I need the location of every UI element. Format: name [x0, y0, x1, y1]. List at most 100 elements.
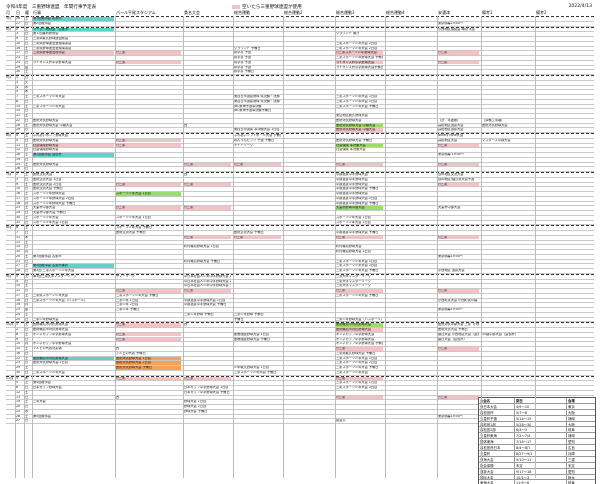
event-cell: ○三重: [116, 138, 181, 143]
event-cell: ○三重: [438, 289, 479, 293]
event-cell: ○三重: [184, 376, 231, 380]
event-cell: ねんりんピック 予選 予備日: [234, 138, 275, 142]
summary-cell: 社会保険: [479, 462, 515, 468]
event-cell: ○三重スポーツ少年野球大会: [336, 51, 383, 55]
event-cell: 野球大会 1日目: [184, 400, 207, 404]
summary-cell: 選抜大会: [479, 468, 515, 474]
event-cell: 第4回理事会: [33, 381, 51, 385]
column-divider: [15, 16, 16, 478]
event-cell: 日本カップ中学野球大会 1日目: [184, 386, 229, 389]
event-cell: 西: [184, 323, 188, 327]
event-cell: 中部選抜中学野球大会: [336, 177, 368, 181]
event-cell: 中部選抜中学野球大会: [336, 173, 368, 176]
event-cell: 西: [184, 123, 188, 127]
summary-cell: 高松宮西日本: [479, 445, 515, 451]
event-cell: ○三重: [116, 332, 181, 337]
summary-cell: 静岡: [568, 434, 575, 439]
event-cell: 閉会式: [336, 419, 346, 423]
summary-cell: 岐阜: [568, 481, 575, 484]
event-cell: JBC東海予選準決勝予備日: [234, 109, 272, 113]
event-cell: ○三重: [336, 235, 383, 240]
event-cell: 町村職員野球大会 予備日: [184, 259, 221, 263]
event-cell: 三重スポーツ少年大会 2日目: [336, 99, 378, 103]
event-cell: 第3回理事会 名張市審判: [33, 264, 114, 268]
event-cell: ○三重: [336, 347, 383, 351]
event-cell: 東京開幕19:00〜: [438, 21, 464, 25]
event-cell: 天皇杯中部大会: [33, 206, 56, 210]
event-cell: 町村職員野球大会 1日目: [184, 245, 219, 249]
event-cell: 第１回審判研修会: [33, 32, 59, 36]
event-cell: 町村職員野球大会 2日目: [336, 250, 371, 253]
event-cell: 西: [184, 173, 188, 176]
event-cell: オンネカップ中学野球大会: [33, 342, 72, 346]
summary-cell: 会場: [568, 399, 575, 403]
column-divider: [115, 16, 116, 478]
event-cell: 医院交流大会 予備日: [234, 231, 264, 234]
event-cell: ○三重: [336, 376, 383, 380]
event-cell: 医療施設野球大会 1日目: [234, 332, 269, 336]
event-cell: 三重スポーツ少年大会 1日目: [336, 381, 378, 385]
event-cell: 三重大会: [33, 400, 46, 404]
event-cell: 三重少年 1日目: [116, 298, 139, 302]
summary-cell: 8/27〜9/1: [515, 451, 567, 456]
event-cell: 三重スポーツ少年大会 予備日: [234, 370, 277, 374]
event-cell: 医療施設野球大会 予備日: [234, 337, 271, 341]
column-divider: [24, 16, 25, 478]
summary-cell: 愛知: [568, 440, 575, 445]
event-cell: 三重スポーツ少年大会: [336, 370, 368, 374]
event-cell: ○三重: [438, 235, 479, 240]
event-cell: 医院対抗野球大会 中継大会: [33, 123, 73, 127]
summary-cell: 天皇杯: [479, 451, 515, 456]
event-cell: スポーツ少年大会 1日目: [116, 215, 151, 219]
summary-cell: 東京: [568, 404, 575, 409]
event-cell: 目印地区交流大会: [438, 173, 464, 176]
event-cell: 三重少年 予備日: [116, 308, 140, 311]
event-cell: 東山地区軟式野球大会: [336, 114, 368, 117]
event-cell: 高松地区選抜大会: [438, 123, 464, 127]
event-cell: 三重スポーツ少年大会 1日目: [336, 356, 378, 360]
summary-cell: 5/14〜15: [515, 415, 567, 421]
summary-cell: 東海大会: [479, 456, 515, 462]
event-cell: 医院対抗中部大会 三重（作業): [438, 323, 479, 327]
event-cell: サマーリーグ: [116, 274, 136, 278]
event-cell: 医院対抗野球大会 2日目: [116, 361, 181, 365]
event-cell: 三重大学マスターリーグ: [336, 284, 372, 288]
schedule-table: 3月 26 土第1回理事会 名張市 27 日第2回理事会 東京開幕19:00〜 4月 2 土リー…: [6, 16, 594, 424]
event-cell: 医院対抗野球大会 2日目: [33, 361, 68, 365]
event-cell: ○三重: [184, 182, 231, 186]
summary-cell: 天皇杯東海: [479, 433, 515, 439]
event-cell: 医院交流大会 予備日: [33, 187, 63, 191]
event-cell: 医院対抗野球大会 中継大会: [336, 123, 383, 127]
event-cell: 医院対抗野球大会: [33, 162, 59, 166]
event-cell: ○三重: [438, 143, 479, 147]
summary-cell: 天皇杯予選: [479, 415, 515, 421]
event-cell: ライオンズ杯中学野球大会予備日: [336, 65, 383, 69]
event-cell: 中部選抜中学野球大会 予備日: [336, 201, 379, 205]
event-cell: ○三重: [116, 289, 181, 293]
summary-cell: 高松宮1部: [479, 421, 515, 427]
summary-cell: 三重: [568, 457, 575, 462]
event-cell: 三重県軟式野球大会 予備日: [336, 351, 376, 355]
column-divider: [233, 16, 234, 478]
legend-swatch-icon: [232, 4, 240, 9]
event-cell: リーダー研修会 名張市: [33, 27, 114, 31]
event-cell: 県学童 予選: [234, 56, 251, 59]
event-cell: 目印地区/福島県大会予選: [438, 177, 475, 181]
event-cell: 中部選抜中学野球大会 1日目: [184, 298, 226, 302]
event-cell: 東四日市選抜野球 県決勝・決勝: [234, 95, 280, 98]
summary-cell: 5/28〜30: [515, 421, 567, 427]
event-cell: ライオンズ杯中学野球大会: [336, 60, 383, 65]
event-cell: ふれあいボンブ野球大会: [33, 134, 68, 137]
summary-cell: 国体東海: [479, 439, 515, 445]
event-cell: 予備日: [234, 317, 244, 321]
summary-cell: 6/4〜5: [515, 427, 567, 433]
event-cell: 日本カップ野球大会: [33, 386, 62, 389]
event-cell: スポーツ少年野球大会 2日目: [33, 196, 75, 200]
event-cell: ○三重: [336, 162, 383, 166]
event-cell: 三重少年野球 予備日: [234, 312, 264, 316]
column-divider: [481, 16, 482, 478]
event-cell: 三重スポーツ少年大会 2日目: [336, 386, 378, 389]
event-cell: ○三重: [116, 51, 181, 55]
event-cell: ○三重: [336, 289, 383, 293]
event-cell: 社会保険 準決勝大会: [336, 148, 366, 152]
